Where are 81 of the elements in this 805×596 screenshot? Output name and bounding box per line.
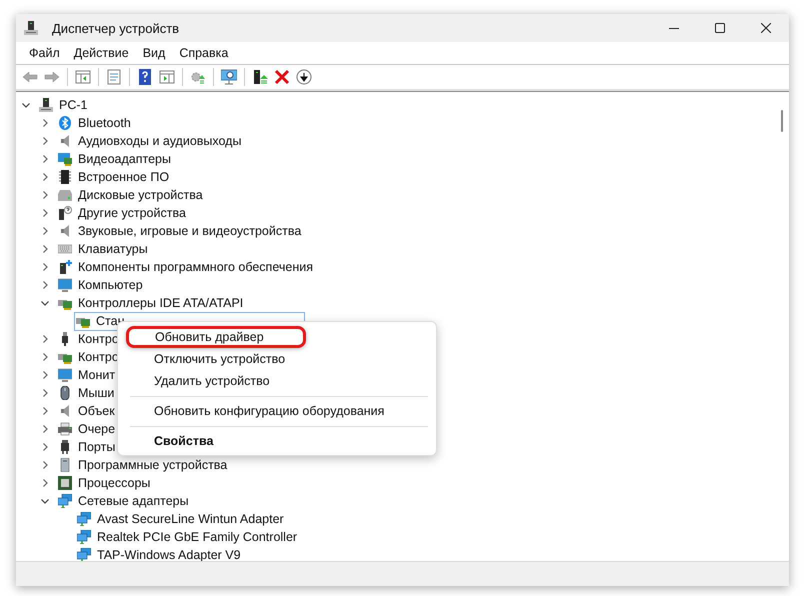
expand-chevron-icon[interactable] [40,460,50,470]
back-arrow-icon [22,69,38,85]
processor-icon [58,476,72,490]
tree-item[interactable]: Другие устройства [57,204,189,222]
context-menu-item[interactable]: Обновить конфигурацию оборудования [118,400,436,422]
tree-item[interactable]: Компьютер [57,276,146,294]
monitor-icon [58,278,72,292]
tree-item[interactable]: Порты [57,438,118,456]
tree-item[interactable]: Avast SecureLine Wintun Adapter [76,510,287,528]
tree-item[interactable]: Клавиатуры [57,240,151,258]
tree-item[interactable]: Программные устройства [57,456,230,474]
expand-chevron-icon[interactable] [40,424,50,434]
mouse-icon [58,386,72,400]
tree-item[interactable]: Контроллеры IDE ATA/ATAPI [57,294,246,312]
context-menu-item[interactable]: Свойства [118,430,436,452]
speaker-icon [58,134,72,148]
expand-chevron-icon[interactable] [40,226,50,236]
bluetooth-icon [58,116,72,130]
window-title: Диспетчер устройств [52,20,180,36]
tree-item[interactable]: Очере [57,420,118,438]
tree-item[interactable]: Процессоры [57,474,154,492]
computer-icon [24,21,38,35]
keyboard-icon [58,242,72,256]
collapse-chevron-icon[interactable] [40,298,50,308]
menu-item[interactable]: Файл [22,46,67,60]
expand-chevron-icon[interactable] [40,406,50,416]
tree-item[interactable]: Контро [57,330,122,348]
tower-icon [58,458,72,472]
context-menu-item[interactable]: Обновить драйвер [126,326,306,348]
close-icon [761,23,771,33]
expand-chevron-icon[interactable] [40,478,50,488]
tree-item[interactable]: Bluetooth [57,114,134,132]
tree-item[interactable]: Объек [57,402,118,420]
expand-chevron-icon[interactable] [40,334,50,344]
network-icon [77,512,91,526]
expand-chevron-icon[interactable] [40,442,50,452]
network-icon [58,494,72,508]
menu-item[interactable]: Вид [136,46,172,60]
tree-item[interactable]: Компоненты программного обеспечения [57,258,316,276]
computer-icon [39,98,53,112]
network-icon [77,530,91,544]
tree-item[interactable]: Аудиовходы и аудиовыходы [57,132,244,150]
tree-item[interactable]: Дисковые устройства [57,186,206,204]
forward-arrow-icon [44,69,60,85]
scrollbar-thumb[interactable] [781,110,783,132]
unknown-device-icon [58,206,72,220]
tree-item[interactable]: Монит [57,366,118,384]
expand-chevron-icon[interactable] [40,244,50,254]
expand-chevron-icon[interactable] [40,208,50,218]
expand-chevron-icon[interactable] [40,370,50,380]
tree-item[interactable]: Видеоадаптеры [57,150,174,168]
expand-chevron-icon[interactable] [40,352,50,362]
expand-chevron-icon[interactable] [40,280,50,290]
tree-item[interactable]: Встроенное ПО [57,168,172,186]
maximize-icon [715,23,725,33]
device-plus-icon [58,260,72,274]
expand-chevron-icon[interactable] [40,388,50,398]
collapse-chevron-icon[interactable] [21,100,31,110]
display-card-icon [58,152,72,166]
tree-item[interactable]: PC-1 [38,96,90,114]
expand-chevron-icon[interactable] [40,118,50,128]
disk-drive-icon [58,188,72,202]
tree-item[interactable]: Сетевые адаптеры [57,492,192,510]
context-menu-item[interactable]: Удалить устройство [118,370,436,392]
speaker-icon [58,224,72,238]
port-plug-icon [58,440,72,454]
expand-chevron-icon[interactable] [40,190,50,200]
expand-chevron-icon[interactable] [40,172,50,182]
expand-chevron-icon[interactable] [40,154,50,164]
monitor-icon [58,368,72,382]
chip-icon [58,170,72,184]
expand-chevron-icon[interactable] [40,136,50,146]
tree-item[interactable]: Звуковые, игровые и видеоустройства [57,222,304,240]
tree-item[interactable]: Мыши [57,384,118,402]
expand-chevron-icon[interactable] [40,262,50,272]
speaker-icon [58,404,72,418]
collapse-chevron-icon[interactable] [40,496,50,506]
tree-item[interactable]: Realtek PCIe GbE Family Controller [76,528,300,546]
printer-icon [58,422,72,436]
menu-item[interactable]: Действие [66,46,136,60]
menu-item[interactable]: Справка [172,46,236,60]
